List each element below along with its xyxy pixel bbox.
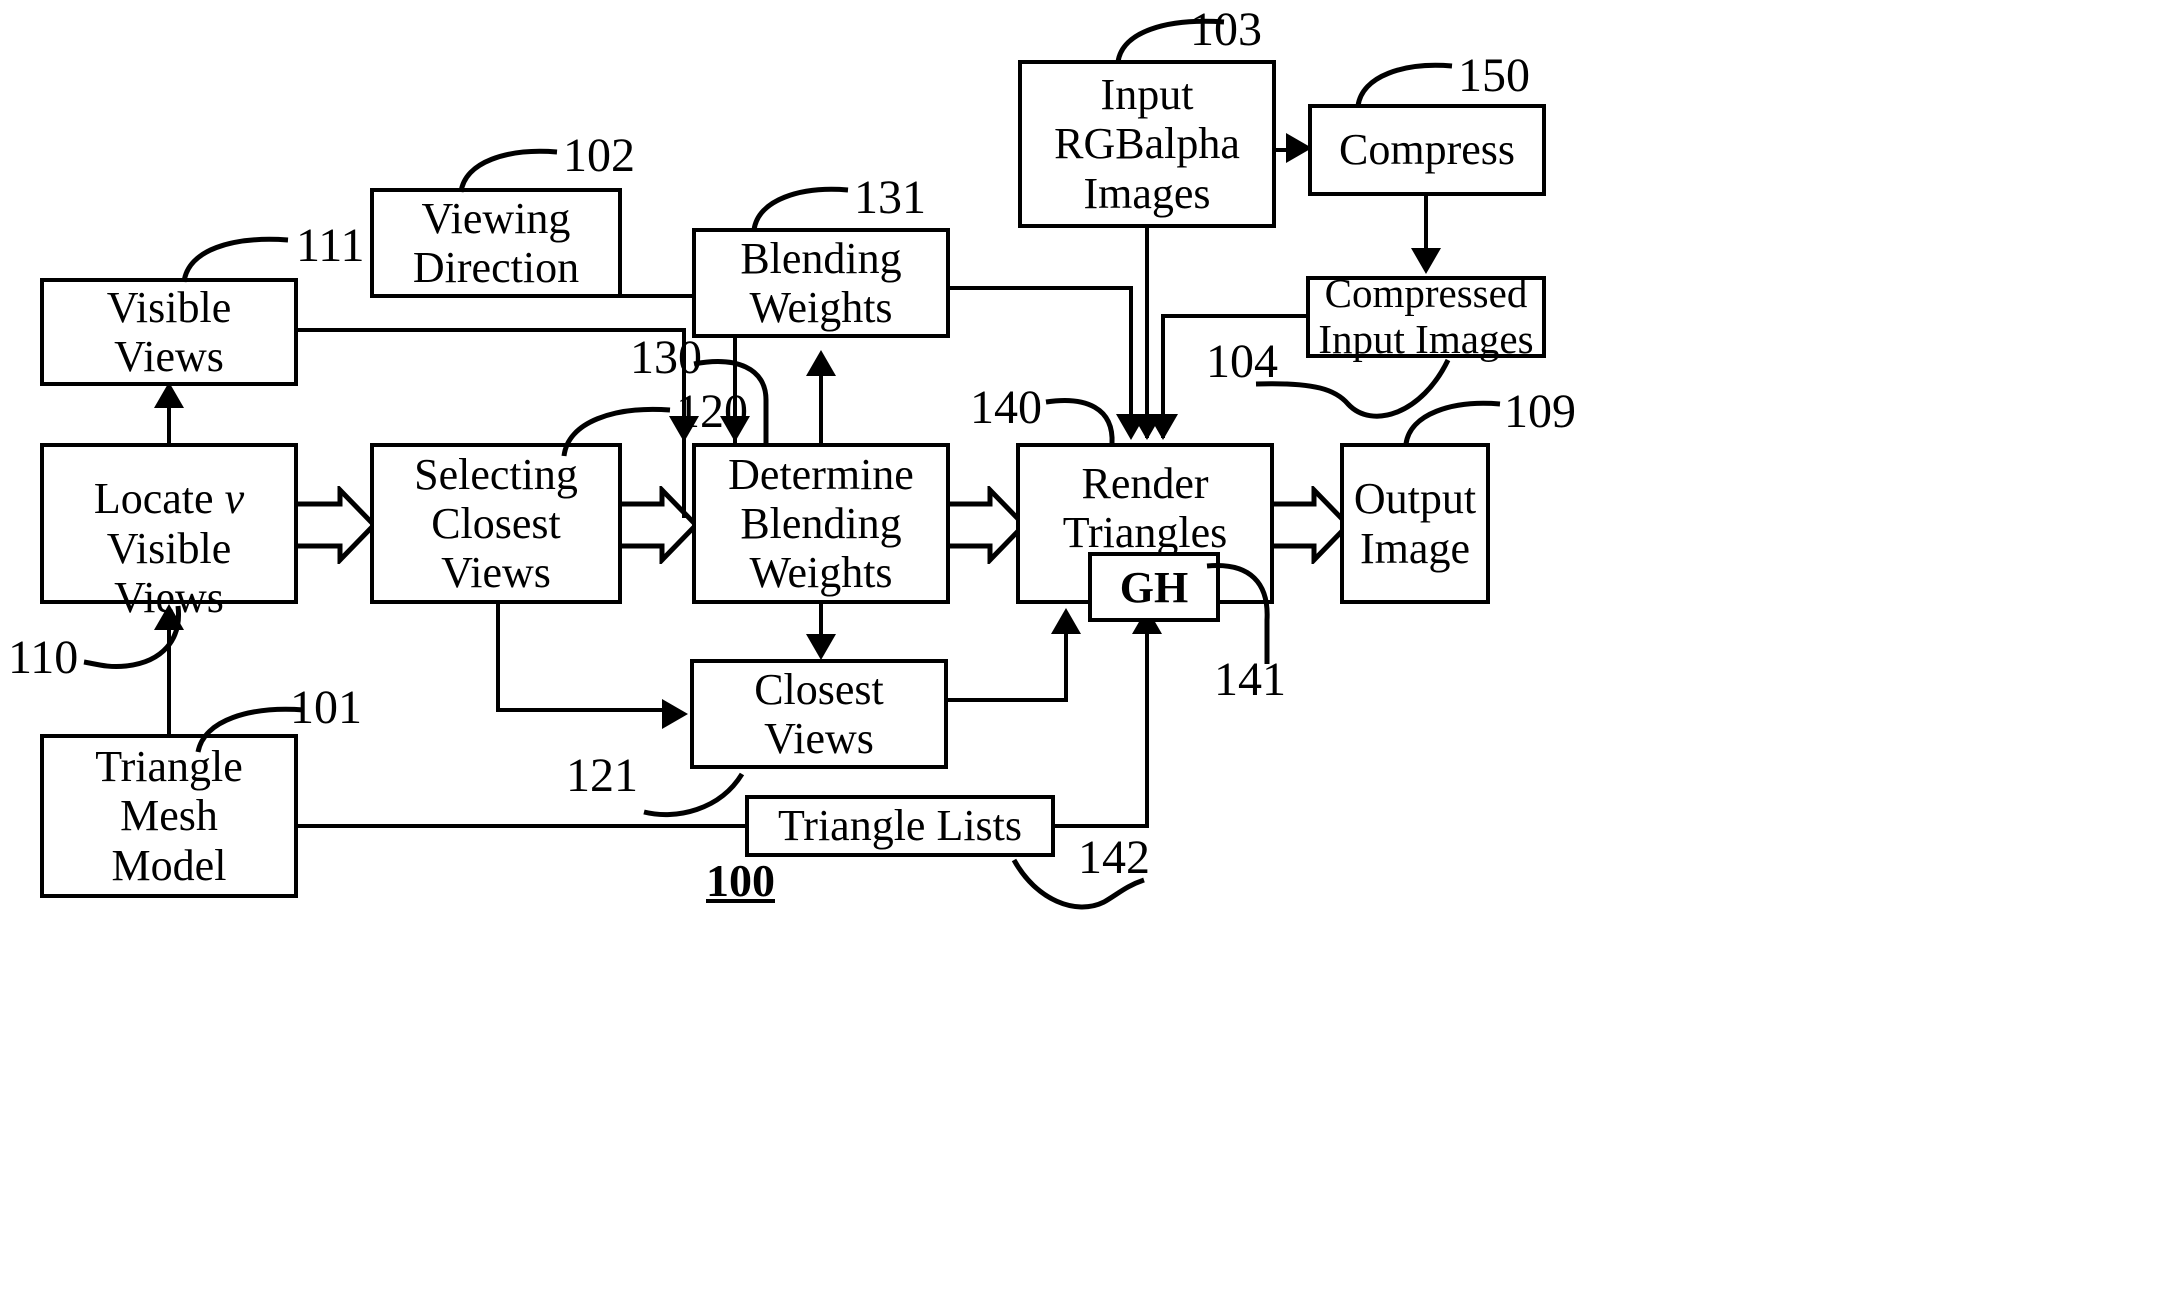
box-compress: Compress — [1308, 104, 1546, 196]
ref-101: 101 — [290, 681, 362, 734]
ref-150: 150 — [1458, 49, 1530, 102]
box-gh-unit: GH — [1088, 552, 1220, 622]
connector-compressed-to-render-h — [1161, 314, 1309, 318]
ref-103: 103 — [1190, 3, 1262, 56]
box-locate-visible-views-variable: v — [224, 474, 245, 524]
ref-102: 102 — [563, 129, 635, 182]
box-compressed-input-images-label: Compressed Input Images — [1318, 270, 1534, 362]
box-render-triangles-label: Render Triangles — [1062, 459, 1228, 558]
box-visible-views-label: Visible Views — [106, 282, 232, 381]
connector-closest-to-render-v — [1064, 626, 1068, 700]
connector-determine-to-weights — [819, 368, 823, 444]
ref-142: 142 — [1078, 831, 1150, 884]
box-output-image-label: Output Image — [1353, 474, 1477, 573]
box-closest-views-label: Closest Views — [754, 664, 884, 763]
box-input-rgbalpha-images: Input RGBalpha Images — [1018, 60, 1276, 228]
blockarrow-determine-to-render — [946, 486, 1026, 564]
leader-140 — [1040, 394, 1150, 450]
leader-131 — [748, 180, 858, 236]
box-selecting-closest-views-label: Selecting Closest Views — [414, 449, 578, 598]
connector-lists-to-render-v — [1145, 626, 1149, 826]
leader-109 — [1400, 394, 1510, 450]
leader-102 — [455, 140, 565, 198]
box-closest-views: Closest Views — [690, 659, 948, 769]
box-determine-blending-weights: Determine Blending Weights — [692, 443, 950, 604]
box-triangle-lists-label: Triangle Lists — [777, 801, 1023, 851]
connector-closest-to-render-h — [946, 698, 1068, 702]
blockarrow-render-to-output — [1270, 486, 1350, 564]
box-compressed-input-images: Compressed Input Images — [1306, 270, 1546, 362]
box-blending-weights-store: Blending Weights — [692, 228, 950, 338]
leader-150 — [1352, 56, 1462, 112]
box-selecting-closest-views: Selecting Closest Views — [370, 443, 622, 604]
arrowhead-closest-views-in-left — [662, 699, 688, 729]
arrowhead-compressed-images-in — [1411, 248, 1441, 274]
box-determine-blending-weights-label: Determine Blending Weights — [728, 449, 914, 598]
leader-111 — [178, 228, 298, 288]
connector-weights-to-render-h — [948, 286, 1133, 290]
arrowhead-closest-views-in-top — [806, 634, 836, 660]
box-output-image: Output Image — [1340, 443, 1490, 604]
connector-compress-to-compressed-v — [1424, 194, 1428, 252]
connector-lists-to-render-h — [1053, 824, 1149, 828]
connector-mesh-to-lists — [296, 824, 748, 828]
box-viewing-direction-label: Viewing Direction — [412, 193, 580, 292]
figure-canvas: Visible Views Viewing Direction Blending… — [0, 0, 2159, 1297]
box-viewing-direction: Viewing Direction — [370, 188, 622, 298]
ref-121: 121 — [566, 749, 638, 802]
arrowhead-render-in-bottom-left — [1051, 608, 1081, 634]
leader-110 — [78, 604, 188, 676]
connector-select-to-closest-v — [496, 602, 500, 710]
box-visible-views: Visible Views — [40, 278, 298, 386]
box-triangle-lists: Triangle Lists — [745, 795, 1055, 857]
connector-visible-to-select-h — [296, 328, 686, 332]
ref-131: 131 — [854, 171, 926, 224]
box-triangle-mesh-model-label: Triangle Mesh Model — [95, 742, 243, 890]
connector-select-to-closest-h — [496, 708, 664, 712]
ref-111: 111 — [296, 219, 365, 272]
box-locate-visible-views: Locate v Visible Views — [40, 443, 298, 614]
box-input-rgbalpha-images-label: Input RGBalpha Images — [1054, 70, 1240, 218]
box-triangle-mesh-model: Triangle Mesh Model — [40, 734, 298, 898]
box-locate-visible-views-label-part1: Locate — [93, 474, 225, 524]
blockarrow-selecting-to-determine — [618, 486, 698, 564]
ref-130: 130 — [630, 331, 702, 384]
ref-110: 110 — [8, 631, 79, 684]
box-gh-unit-label: GH — [1119, 562, 1189, 612]
ref-100-figure-label: 100 — [706, 855, 775, 906]
arrowhead-render-in-top-3 — [1148, 414, 1178, 440]
blockarrow-locate-to-selecting — [296, 486, 376, 564]
box-compress-label: Compress — [1339, 125, 1515, 175]
box-blending-weights-store-label: Blending Weights — [740, 233, 902, 332]
leader-120 — [558, 396, 678, 462]
ref-140: 140 — [970, 381, 1042, 434]
arrowhead-visible-views-in — [154, 382, 184, 408]
arrowhead-blending-weights-store-in — [806, 350, 836, 376]
arrowhead-compress-in — [1286, 133, 1312, 163]
leader-121 — [640, 764, 770, 820]
ref-109: 109 — [1504, 385, 1576, 438]
ref-104: 104 — [1206, 335, 1278, 388]
ref-141: 141 — [1214, 653, 1286, 706]
ref-120: 120 — [676, 385, 748, 438]
